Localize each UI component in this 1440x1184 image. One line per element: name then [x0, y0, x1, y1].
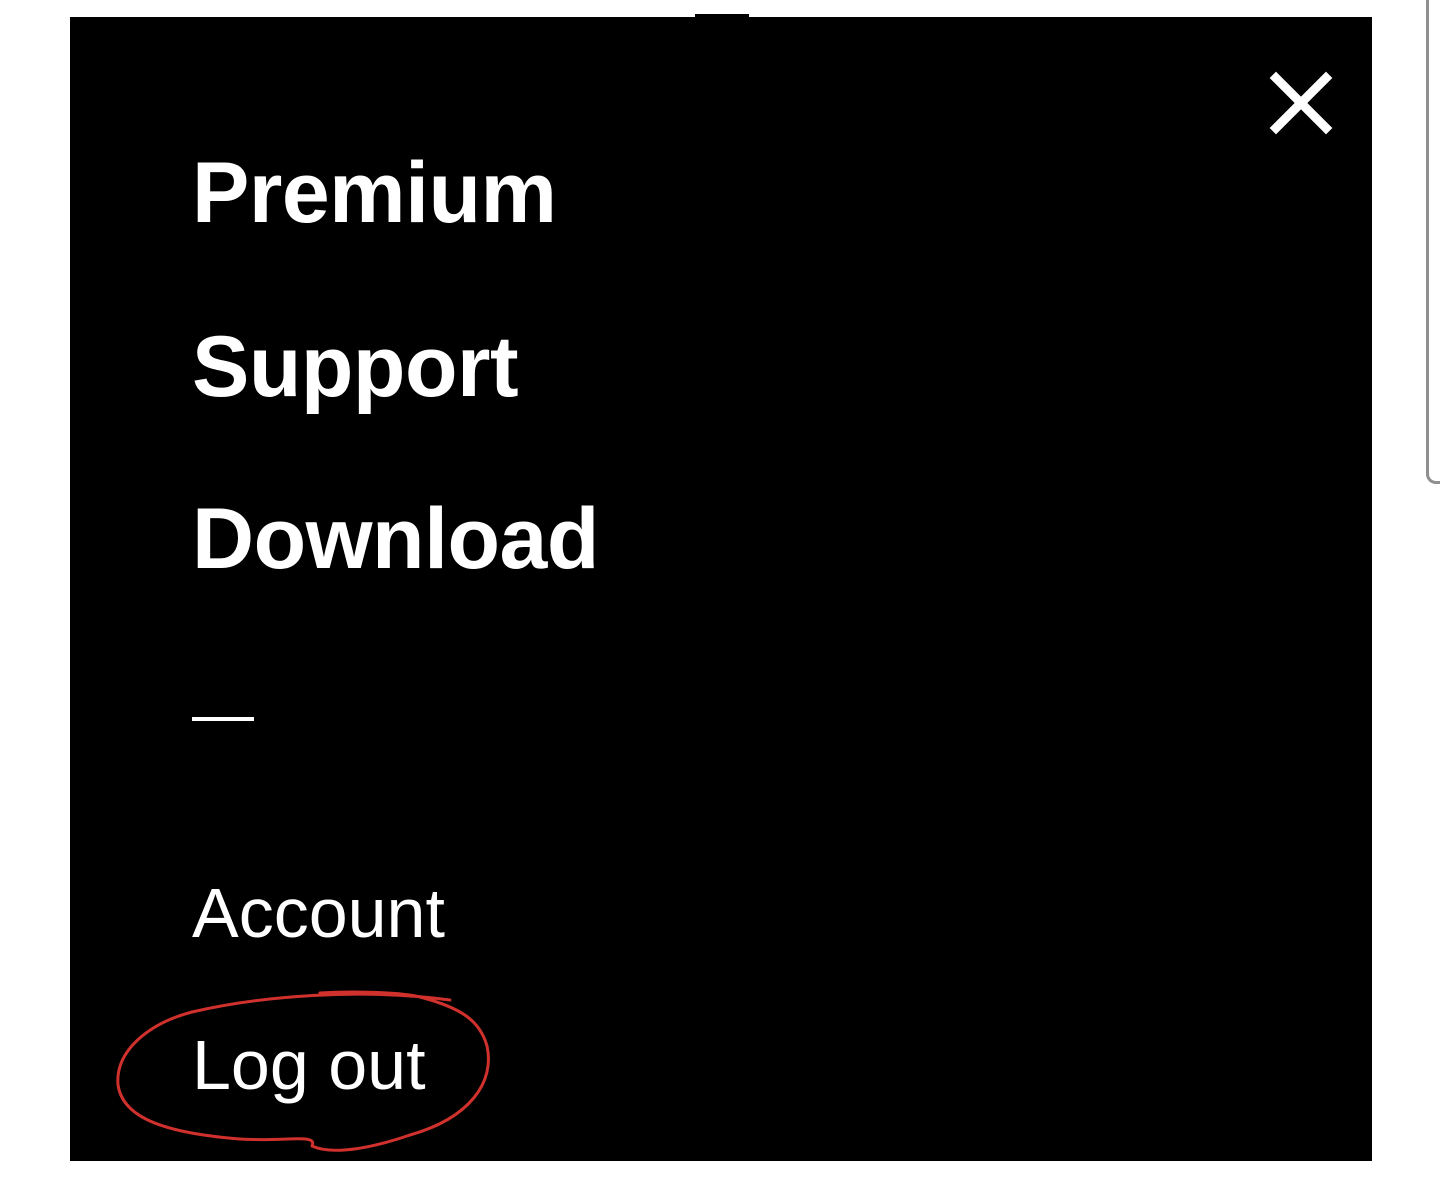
- top-notch: [695, 14, 749, 20]
- menu-item-premium[interactable]: Premium: [192, 150, 557, 236]
- menu-divider: [192, 717, 254, 721]
- screen: Premium Support Download Account Log out: [0, 0, 1440, 1184]
- menu-item-download[interactable]: Download: [192, 496, 599, 582]
- menu-item-support[interactable]: Support: [192, 324, 519, 410]
- menu-item-account[interactable]: Account: [192, 878, 445, 948]
- close-icon: [1269, 71, 1333, 135]
- scrollbar[interactable]: [1426, 0, 1440, 484]
- menu-item-log-out[interactable]: Log out: [192, 1030, 426, 1100]
- close-button[interactable]: [1266, 70, 1336, 136]
